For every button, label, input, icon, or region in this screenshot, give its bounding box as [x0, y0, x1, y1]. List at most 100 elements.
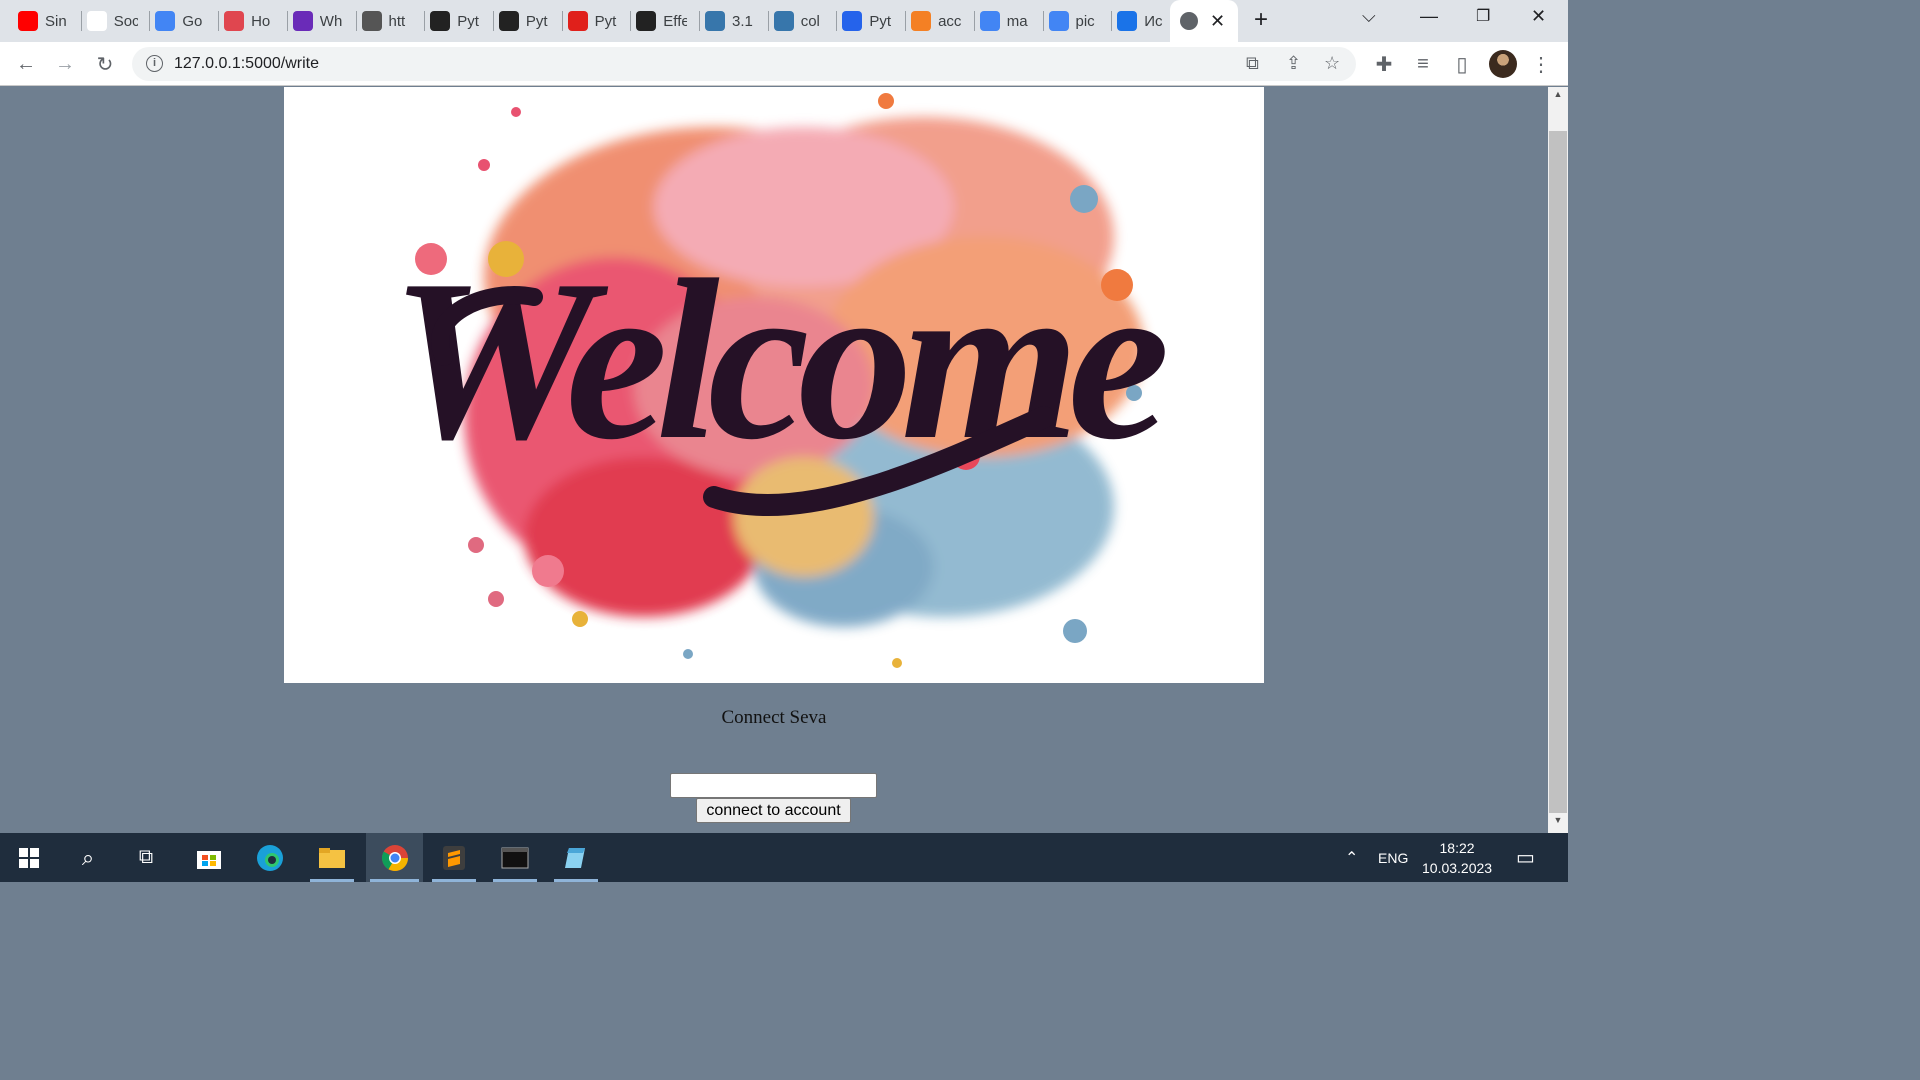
bookmark-star-icon[interactable]: ☆ [1324, 53, 1340, 74]
tab-active[interactable]: ✕ [1170, 0, 1238, 42]
site-info-icon[interactable]: i [146, 55, 163, 72]
v-icon [567, 11, 588, 31]
welcome-lettering: Welcome [390, 232, 1165, 487]
rw-icon [430, 11, 451, 31]
file-explorer-icon[interactable] [306, 833, 358, 882]
welcome-image: Welcome [284, 87, 1264, 683]
search-icon[interactable]: ⌕ [62, 833, 114, 882]
globe-dark-icon [498, 11, 519, 31]
globe-icon [1180, 12, 1198, 30]
minimize-button[interactable]: — [1420, 6, 1438, 27]
browser-tab[interactable]: acc [911, 6, 962, 36]
clock-date: 10.03.2023 [1422, 859, 1493, 876]
tab-title: htt [388, 12, 406, 30]
menu-icon[interactable]: ⋮ [1528, 51, 1554, 77]
language-indicator[interactable]: ENG [1378, 833, 1408, 882]
tab-separator [630, 11, 632, 31]
browser-tab[interactable]: htt [361, 6, 413, 36]
new-tab-button[interactable]: + [1254, 6, 1268, 34]
windows-taskbar: ⌕ ⧉ ⌃ ENG 18:22 10.03.2023 ▭ [0, 833, 1568, 882]
back-button[interactable]: ← [13, 51, 39, 77]
close-window-button[interactable]: ✕ [1531, 6, 1546, 27]
address-bar[interactable]: i 127.0.0.1:5000/write ⧉ ⇪ ☆ [132, 47, 1356, 81]
tab-title: ma [1006, 12, 1028, 30]
pn-icon [86, 11, 107, 31]
restore-button[interactable]: ❐ [1476, 6, 1490, 26]
tab-search-icon[interactable]: ⌵ [1362, 6, 1376, 27]
close-tab-icon[interactable]: ✕ [1210, 11, 1225, 32]
tab-title: Go [182, 12, 203, 30]
youtube-icon [18, 11, 38, 31]
pinterest-like-icon [224, 11, 245, 31]
tab-separator [355, 11, 357, 31]
browser-tab[interactable]: col [773, 6, 825, 36]
scrollbar-thumb[interactable] [1549, 131, 1567, 813]
tab-separator [1111, 11, 1113, 31]
clock-time: 18:22 [1439, 839, 1475, 856]
browser-tab[interactable]: Effe [636, 6, 687, 36]
browser-tab[interactable]: pic [1048, 6, 1100, 36]
browser-tab[interactable]: Pyt [567, 6, 619, 36]
browser-tab[interactable]: Pyt [498, 6, 550, 36]
browser-tab[interactable]: Sin [18, 6, 69, 36]
wh-icon [292, 11, 313, 31]
store-icon[interactable] [183, 833, 235, 882]
tab-title: Effe [663, 12, 688, 30]
tab-separator [1042, 11, 1044, 31]
tab-title: acc [938, 12, 962, 30]
side-panel-icon[interactable]: ▯ [1449, 51, 1475, 77]
share-icon[interactable]: ⇪ [1286, 53, 1301, 74]
notifications-icon[interactable]: ▭ [1516, 833, 1535, 882]
tab-title: Soc [113, 12, 138, 30]
browser-tab[interactable]: Soc [86, 6, 138, 36]
url-text[interactable]: 127.0.0.1:5000/write [174, 55, 319, 73]
scroll-down-arrow-icon[interactable]: ▼ [1548, 815, 1568, 831]
tab-title: Pyt [869, 12, 892, 30]
media-controls-icon[interactable]: ≡ [1410, 51, 1436, 77]
browser-tab[interactable]: Ho [224, 6, 275, 36]
tab-separator [699, 11, 700, 31]
browser-tab[interactable]: Wh [292, 6, 344, 36]
tab-title: 3.1 [732, 12, 753, 30]
tab-title: Pyt [457, 12, 479, 30]
browser-tab[interactable]: Ис [1117, 6, 1168, 36]
task-view-icon[interactable]: ⧉ [120, 833, 172, 882]
vertical-scrollbar[interactable]: ▲ ▼ [1548, 87, 1568, 833]
browser-tab[interactable]: Pyt [842, 6, 893, 36]
browser-tab[interactable]: ma [979, 6, 1031, 36]
tab-separator [561, 11, 563, 31]
chrome-taskbar-icon[interactable] [366, 833, 423, 882]
edge-icon[interactable] [244, 833, 296, 882]
clock[interactable]: 18:22 10.03.2023 [1422, 833, 1492, 882]
tab-separator [767, 11, 769, 31]
tab-title: Ho [251, 12, 271, 30]
account-input[interactable] [670, 773, 877, 798]
extensions-icon[interactable]: ✚ [1371, 51, 1397, 77]
tab-title: Wh [319, 12, 343, 30]
tab-title: Pyt [594, 12, 617, 30]
show-hidden-icons-icon[interactable]: ⌃ [1345, 833, 1358, 882]
start-button[interactable] [3, 833, 55, 882]
browser-tab[interactable]: 3.1 [705, 6, 756, 36]
reload-button[interactable]: ↻ [92, 51, 118, 77]
notepad-icon[interactable] [550, 833, 602, 882]
tab-title: col [800, 12, 820, 30]
scroll-up-arrow-icon[interactable]: ▲ [1548, 89, 1568, 105]
tab-separator [836, 11, 838, 31]
browser-tab[interactable]: Go [155, 6, 206, 36]
browser-toolbar: ← → ↻ i 127.0.0.1:5000/write ⧉ ⇪ ☆ ✚ ≡ ▯… [0, 42, 1568, 86]
browser-tab[interactable]: Pyt [430, 6, 481, 36]
python-icon [773, 11, 794, 31]
tab-separator [973, 11, 975, 31]
tab-separator [149, 11, 151, 31]
tab-separator [905, 11, 907, 31]
translate-icon[interactable]: ⧉ [1246, 53, 1259, 74]
page-icon [361, 11, 382, 31]
forward-button[interactable]: → [52, 51, 78, 77]
globe-dark-icon [636, 11, 657, 31]
profile-avatar[interactable] [1489, 50, 1517, 78]
terminal-icon[interactable] [489, 833, 541, 882]
connect-to-account-button[interactable]: connect to account [696, 798, 851, 823]
windows-logo-icon [19, 847, 39, 868]
sublime-text-icon[interactable] [428, 833, 480, 882]
